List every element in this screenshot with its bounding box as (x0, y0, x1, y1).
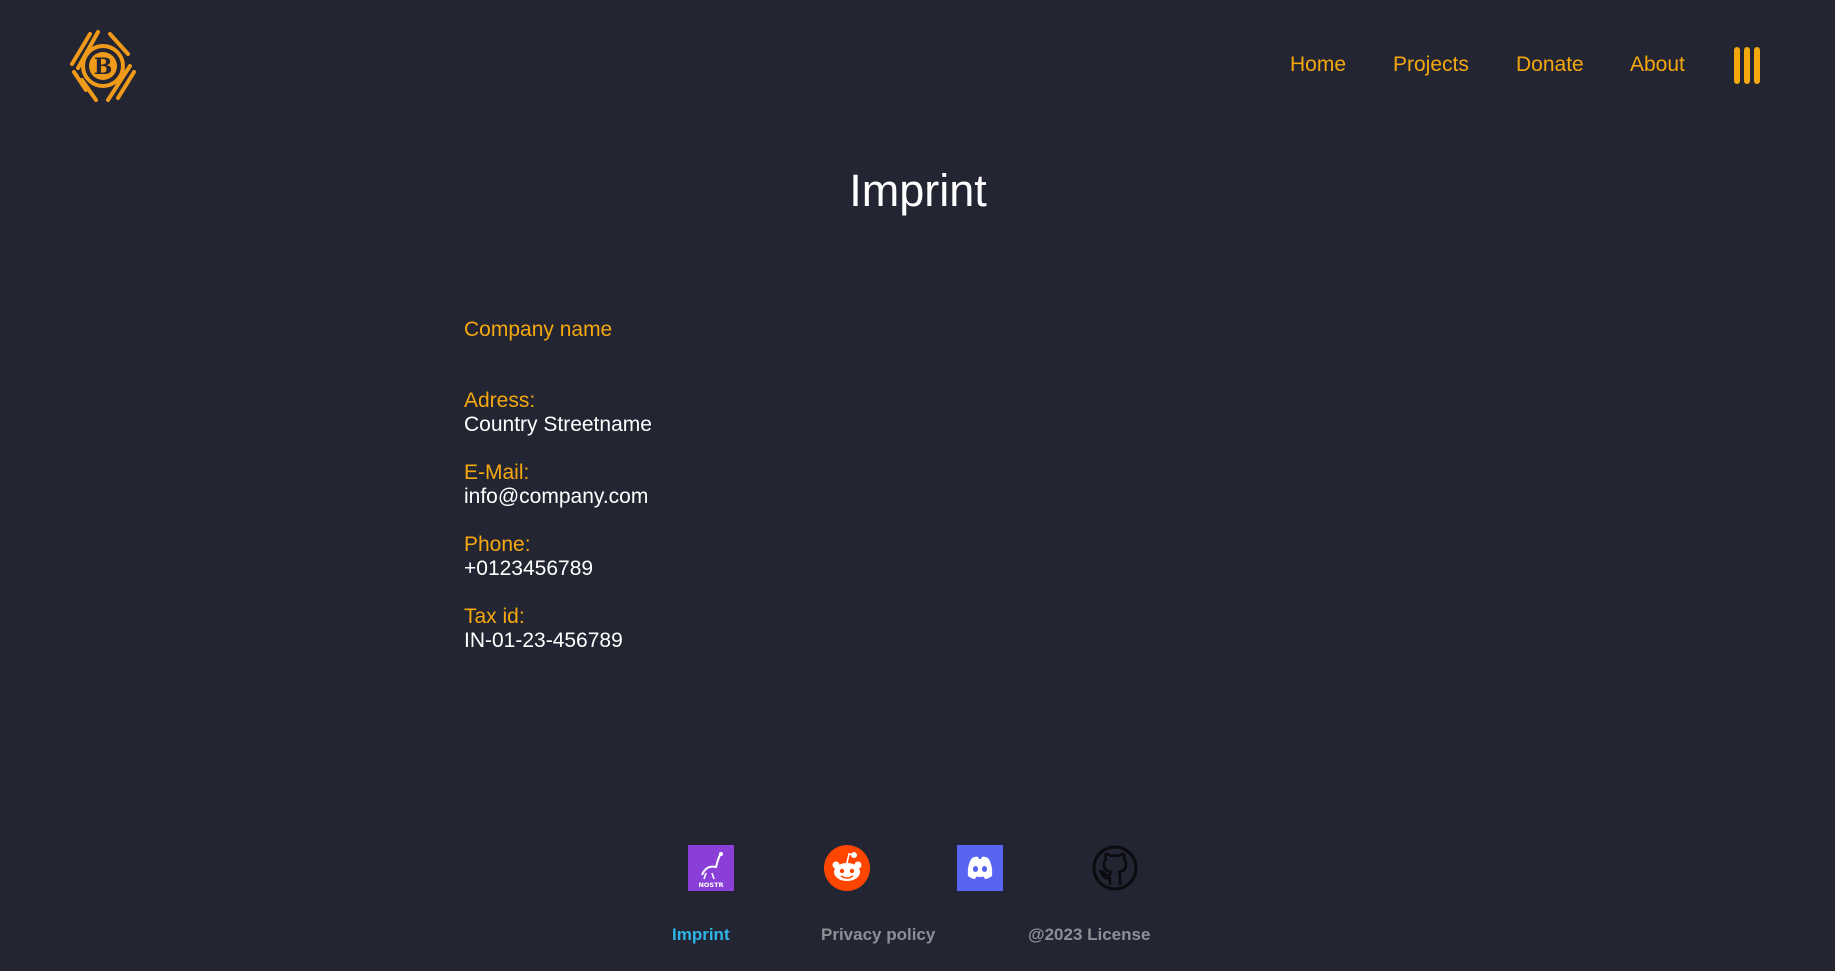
phone-value: +0123456789 (464, 557, 594, 580)
page: B Home Projects Donate About Imprint Com… (0, 0, 1836, 971)
company-name: Company name (464, 318, 613, 341)
phone-label: Phone: (464, 533, 531, 556)
menu-bar (1734, 47, 1740, 84)
footer-privacy-policy-link[interactable]: Privacy policy (821, 925, 935, 945)
nav-about-link[interactable]: About (1630, 53, 1685, 77)
discord-icon[interactable] (957, 845, 1003, 891)
tax-id-field: Tax id: IN-01-23-456789 (464, 605, 623, 653)
address-label: Adress: (464, 389, 536, 412)
tax-id-label: Tax id: (464, 605, 525, 628)
address-value: Country Streetname (464, 413, 652, 436)
footer-license-link[interactable]: @2023 License (1028, 925, 1150, 945)
social-links: NOSTR (0, 845, 1836, 891)
email-value: info@company.com (464, 485, 649, 508)
footer-imprint-link[interactable]: Imprint (672, 925, 730, 945)
nav-donate-link[interactable]: Donate (1516, 53, 1584, 77)
menu-bar (1754, 47, 1760, 84)
footer-links: Imprint Privacy policy @2023 License (0, 925, 1836, 947)
github-icon[interactable] (1092, 845, 1138, 891)
imprint-content: Company name Adress: Country Streetname … (464, 316, 1164, 652)
phone-field: Phone: +0123456789 (464, 533, 593, 581)
nav-home-link[interactable]: Home (1290, 53, 1346, 77)
email-label: E-Mail: (464, 461, 530, 484)
main-nav: Home Projects Donate About (0, 53, 1836, 81)
address-field: Adress: Country Streetname (464, 389, 652, 437)
nostr-label: NOSTR (698, 881, 723, 889)
email-field: E-Mail: info@company.com (464, 461, 648, 509)
reddit-icon[interactable] (824, 845, 870, 891)
nostr-icon[interactable]: NOSTR (688, 845, 734, 891)
menu-bar (1744, 47, 1750, 84)
menu-icon[interactable] (1734, 47, 1762, 85)
tax-id-value: IN-01-23-456789 (464, 629, 623, 652)
nav-projects-link[interactable]: Projects (1393, 53, 1469, 77)
page-title: Imprint (849, 165, 987, 216)
